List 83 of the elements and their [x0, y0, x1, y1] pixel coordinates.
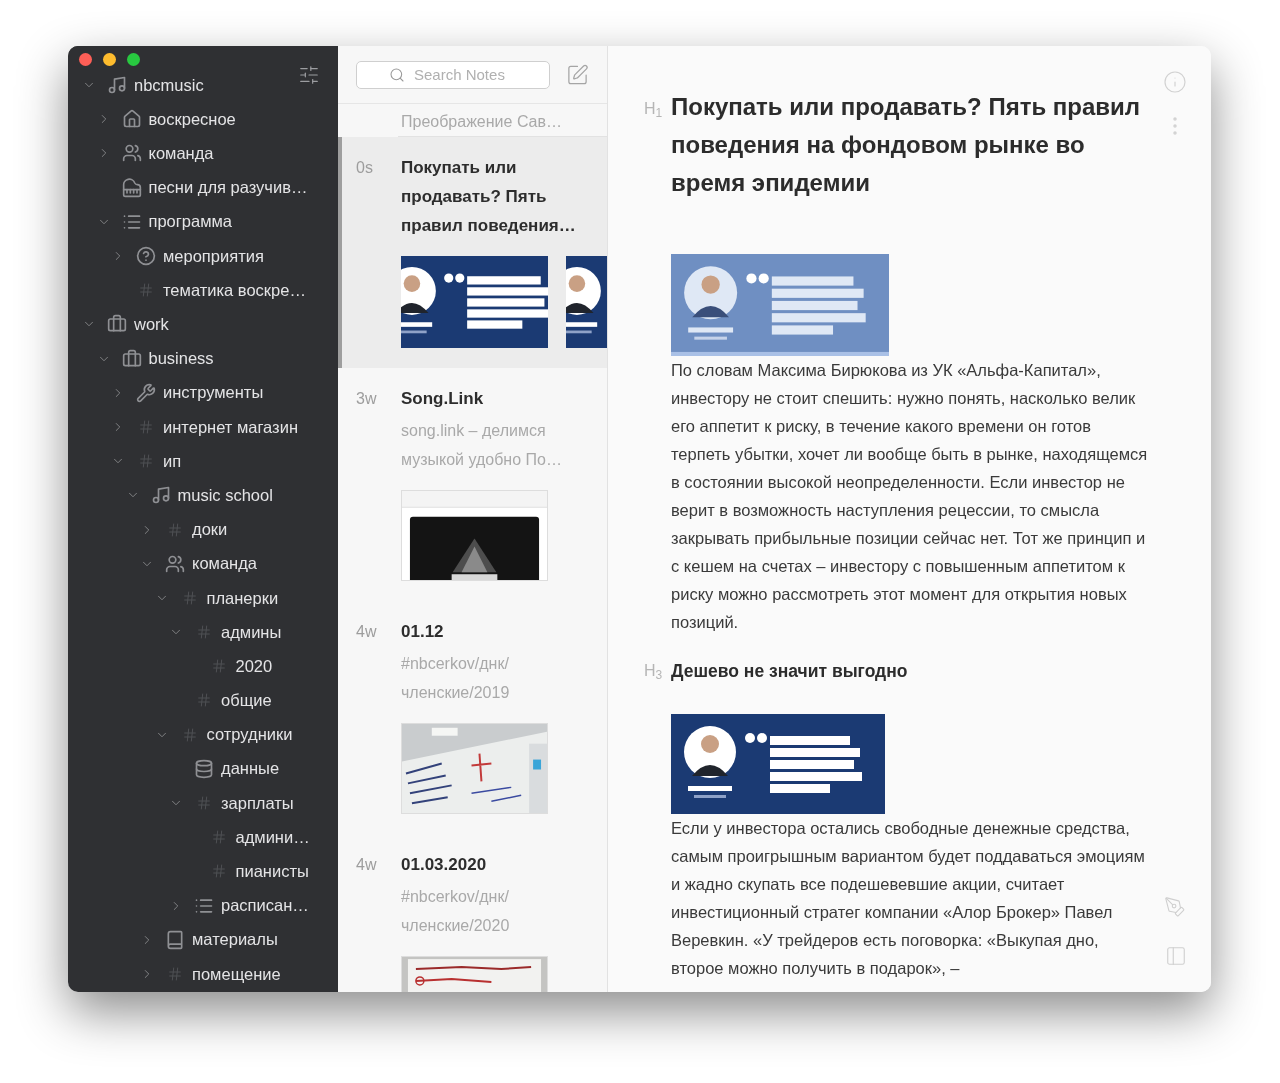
sidebar-item[interactable]: команда: [192, 551, 258, 577]
sidebar-item[interactable]: инструменты: [163, 380, 264, 406]
minimize-window-button[interactable]: [103, 53, 116, 66]
note-title: 01.12: [401, 621, 445, 643]
sidebar-item[interactable]: интернет магазин: [163, 414, 298, 440]
briefcase-icon: [107, 314, 127, 335]
database-icon: [194, 758, 214, 779]
note-title: Покупать или продавать? Пять правил поведения…: [401, 157, 577, 237]
sidebar-item[interactable]: ип: [163, 448, 182, 474]
hash-icon: [138, 282, 154, 299]
note-time: 4w: [356, 855, 378, 875]
sidebar-item[interactable]: расписан…: [221, 893, 309, 918]
sidebar-item[interactable]: мероприятия: [163, 243, 264, 269]
zoom-window-button[interactable]: [127, 53, 140, 66]
hash-icon: [210, 658, 227, 675]
note-time: 3w: [356, 389, 378, 409]
sidebar-item[interactable]: админы: [221, 619, 282, 645]
note-time: 0s: [356, 158, 374, 178]
note-snippet: #nbcerkov/днк/членские/2019: [401, 654, 511, 703]
note-snippet: song.link – делимся музыкой удобно По…: [401, 421, 563, 470]
filter-settings-icon[interactable]: [298, 64, 320, 86]
section-heading: Дешево не значит выгодно: [671, 660, 908, 683]
sidebar-item[interactable]: сотрудники: [206, 722, 293, 748]
sidebar-item[interactable]: business: [148, 346, 214, 371]
hash-icon: [181, 589, 198, 606]
sidebar-item[interactable]: тематика воскре…: [163, 277, 306, 303]
heading-marker: H$_{3}$: [644, 661, 664, 684]
note-paragraph: Если у инвестора остались свободные денежные средства, самым проигрышным вариантом будет поддаваться эмоциям и жадно скупать все подешевевшие акции, считает инвестиционный стратег компании «Алор Брокер» Павел Веревкин. «У трейдеров есть поговорка: «Выкупая дно, второе можно получить в подарок», –: [671, 818, 1146, 980]
note-snippet: #nbcerkov/днк/членские/2020: [401, 887, 511, 936]
sidebar-item[interactable]: доки: [192, 517, 228, 542]
hash-icon: [196, 624, 212, 641]
info-icon[interactable]: [1163, 70, 1187, 94]
hash-icon: [210, 829, 227, 846]
hash-icon: [196, 692, 212, 709]
hash-icon: [210, 863, 227, 880]
sidebar-item[interactable]: админи…: [235, 824, 310, 850]
note-time: 4w: [356, 622, 378, 642]
sidebar-item[interactable]: песни для разучив…: [148, 175, 308, 201]
note-snippet: Преображение Сав…: [401, 112, 562, 132]
note-title: 01.03.2020: [401, 854, 488, 876]
pen-icon[interactable]: [1164, 896, 1186, 918]
people-icon: [165, 553, 185, 574]
sidebar-item[interactable]: зарплаты: [221, 790, 294, 816]
book-icon: [165, 929, 185, 950]
music-note-icon: [107, 75, 127, 96]
music-note-icon: [150, 485, 171, 506]
hash-icon: [138, 453, 154, 470]
note-item[interactable]: 4w 01.03.2020 #nbcerkov/днк/членские/2020: [338, 834, 607, 992]
sidebar-item[interactable]: nbcmusic: [134, 72, 204, 98]
note-title: Song.Link: [401, 388, 485, 410]
hash-icon: [196, 795, 212, 812]
search-icon: [389, 66, 405, 83]
sidebar-item[interactable]: данные: [221, 756, 280, 782]
close-window-button[interactable]: [79, 53, 92, 66]
sidebar-item[interactable]: команда: [148, 141, 214, 166]
sidebar-item[interactable]: music school: [177, 482, 273, 508]
sidebar-item[interactable]: пианисты: [235, 859, 309, 884]
sidebar-item[interactable]: помещение: [192, 961, 281, 987]
sidebar-item[interactable]: 2020: [235, 653, 273, 679]
note-item[interactable]: 0s Покупать или продавать? Пять правил поведения…: [338, 137, 607, 368]
question-icon: [136, 246, 156, 267]
hash-icon: [138, 418, 154, 435]
house-icon: [121, 109, 142, 130]
sidebar-item[interactable]: материалы: [192, 927, 278, 953]
note-paragraph: По словам Максима Бирюкова из УК «Альфа-Капитал», инвестору не стоит спешить: нужно понять, насколько велик его аппетит к риску, в течение какого времени он готов терпеть убытки, хочет ли вообще быть в рынке, находящемся в состоянии высокой неопределенности. Если инвестор не верит в возможность наступления рецессии, то смысла закрывать прибыльные позиции сейчас нет. Тот же принцип и с кешем на счетах – инвестору с повышенным аппетитом к риску можно рассмотреть этот момент для открытия новых позиций.: [671, 360, 1149, 633]
note-item[interactable]: 4w 01.12 #nbcerkov/днк/членские/2019: [338, 601, 607, 834]
sidebar-item[interactable]: work: [134, 312, 169, 337]
sidebar-item[interactable]: планерки: [206, 585, 279, 611]
hash-icon: [167, 521, 183, 538]
hash-icon: [167, 965, 183, 982]
sidebar-item[interactable]: общие: [221, 688, 272, 713]
sidebar-item[interactable]: воскресное: [148, 106, 236, 132]
note-heading: Покупать или продавать? Пять правил поведения на фондовом рынке во время эпидемии: [671, 92, 1142, 198]
wrench-icon: [136, 382, 156, 403]
people-icon: [121, 143, 142, 164]
briefcase-icon: [121, 348, 142, 369]
hash-icon: [181, 726, 198, 743]
note-item[interactable]: 3w Song.Link song.link – делимся музыкой удобно По…: [338, 368, 607, 601]
heading-marker: H$_{1}$: [644, 99, 664, 122]
search-field[interactable]: Search Notes: [356, 60, 550, 89]
sidebar-item[interactable]: программа: [148, 209, 233, 235]
piano-icon: [121, 177, 142, 198]
panel-icon[interactable]: [1165, 945, 1187, 967]
